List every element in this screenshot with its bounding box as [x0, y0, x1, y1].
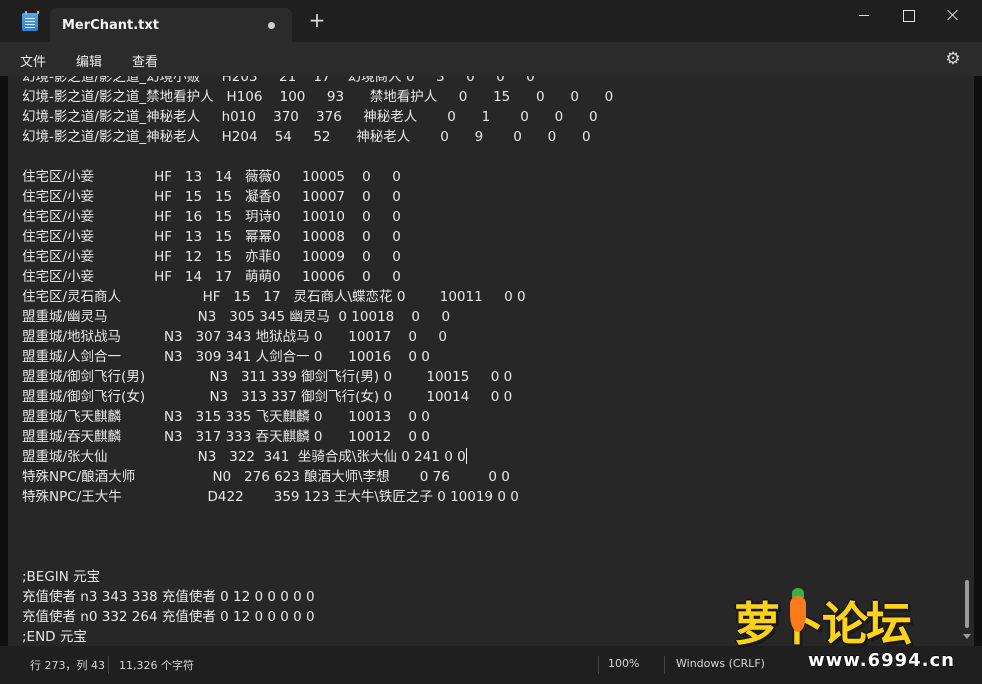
close-button[interactable]: [930, 0, 976, 32]
text-line[interactable]: 特殊NPC/酿酒大师 N0 276 623 酿酒大师\李想 0 76 0 0: [22, 467, 613, 487]
text-editor[interactable]: 幻境-影之道/影之道_幻境小贩 H203 21 17 幻境商人 0 3 0 0 …: [8, 76, 974, 646]
text-line[interactable]: 盟重城/人剑合一 N3 309 341 人剑合一 0 10016 0 0: [22, 347, 613, 367]
text-line[interactable]: [22, 527, 613, 547]
text-line[interactable]: 盟重城/地狱战马 N3 307 343 地狱战马 0 10017 0 0: [22, 327, 613, 347]
text-line[interactable]: [22, 147, 613, 167]
text-line[interactable]: 住宅区/灵石商人 HF 15 17 灵石商人\蝶恋花 0 10011 0 0: [22, 287, 613, 307]
text-line[interactable]: 住宅区/小妾 HF 13 14 薇薇0 10005 0 0: [22, 167, 613, 187]
zoom-level[interactable]: 100%: [608, 657, 639, 670]
text-line[interactable]: 住宅区/小妾 HF 16 15 玥诗0 10010 0 0: [22, 207, 613, 227]
text-line[interactable]: 特殊NPC/王大牛 D422 359 123 王大牛\铁匠之子 0 10019 …: [22, 487, 613, 507]
menu-view[interactable]: 查看: [132, 51, 158, 70]
watermark-url: www.6994.cn: [808, 650, 955, 671]
carrot-icon: [790, 596, 806, 632]
text-line[interactable]: ;END 元宝: [22, 627, 613, 646]
new-tab-button[interactable]: +: [306, 10, 328, 32]
menu-bar: 文件 编辑 查看 ⚙: [0, 42, 982, 76]
status-divider: [664, 656, 665, 674]
tab-merchant[interactable]: MerChant.txt: [50, 8, 292, 42]
status-divider: [108, 656, 109, 674]
text-line[interactable]: 幻境-影之道/影之道_幻境小贩 H203 21 17 幻境商人 0 3 0 0 …: [22, 76, 613, 87]
status-divider: [598, 656, 599, 674]
minimize-button[interactable]: [841, 0, 887, 32]
unsaved-dot-icon[interactable]: [268, 22, 275, 29]
gear-icon[interactable]: ⚙: [944, 50, 962, 68]
text-line[interactable]: 盟重城/幽灵马 N3 305 345 幽灵马 0 10018 0 0: [22, 307, 613, 327]
cursor-position[interactable]: 行 273，列 43: [30, 657, 105, 673]
text-line[interactable]: ;BEGIN 元宝: [22, 567, 613, 587]
maximize-button[interactable]: [885, 0, 931, 32]
text-line[interactable]: 充值使者 n3 343 338 充值使者 0 12 0 0 0 0 0: [22, 587, 613, 607]
text-line[interactable]: 盟重城/御剑飞行(男) N3 311 339 御剑飞行(男) 0 10015 0…: [22, 367, 613, 387]
text-line[interactable]: [22, 507, 613, 527]
text-line[interactable]: 住宅区/小妾 HF 12 15 亦菲0 10009 0 0: [22, 247, 613, 267]
notepad-icon: [22, 11, 39, 31]
text-line[interactable]: 幻境-影之道/影之道_神秘老人 H204 54 52 神秘老人 0 9 0 0 …: [22, 127, 613, 147]
watermark-logo: 萝卜论坛: [734, 597, 912, 651]
text-caret: [465, 448, 467, 464]
text-line[interactable]: 幻境-影之道/影之道_禁地看护人 H106 100 93 禁地看护人 0 15 …: [22, 87, 613, 107]
vertical-scrollbar[interactable]: [962, 76, 972, 646]
text-line[interactable]: 住宅区/小妾 HF 15 15 凝香0 10007 0 0: [22, 187, 613, 207]
text-line[interactable]: 盟重城/张大仙 N3 322 341 坐骑合成\张大仙 0 241 0 0: [22, 447, 613, 467]
text-line[interactable]: 住宅区/小妾 HF 14 17 萌萌0 10006 0 0: [22, 267, 613, 287]
site-watermark: 萝卜论坛 www.6994.cn: [730, 588, 974, 680]
char-count: 11,326 个字符: [119, 659, 194, 672]
editor-text[interactable]: 幻境-影之道/影之道_幻境小贩 H203 21 17 幻境商人 0 3 0 0 …: [22, 76, 613, 646]
text-line[interactable]: 盟重城/御剑飞行(女) N3 313 337 御剑飞行(女) 0 10014 0…: [22, 387, 613, 407]
tab-title: MerChant.txt: [62, 18, 159, 33]
text-line[interactable]: 盟重城/吞天麒麟 N3 317 333 吞天麒麟 0 10012 0 0: [22, 427, 613, 447]
menu-file[interactable]: 文件: [20, 51, 46, 70]
title-bar: MerChant.txt +: [0, 0, 982, 42]
text-line[interactable]: 住宅区/小妾 HF 13 15 幂幂0 10008 0 0: [22, 227, 613, 247]
text-line[interactable]: 充值使者 n0 332 264 充值使者 0 12 0 0 0 0 0: [22, 607, 613, 627]
text-line[interactable]: 盟重城/飞天麒麟 N3 315 335 飞天麒麟 0 10013 0 0: [22, 407, 613, 427]
text-line[interactable]: [22, 547, 613, 567]
text-line[interactable]: 幻境-影之道/影之道_神秘老人 h010 370 376 神秘老人 0 1 0 …: [22, 107, 613, 127]
menu-edit[interactable]: 编辑: [76, 51, 102, 70]
